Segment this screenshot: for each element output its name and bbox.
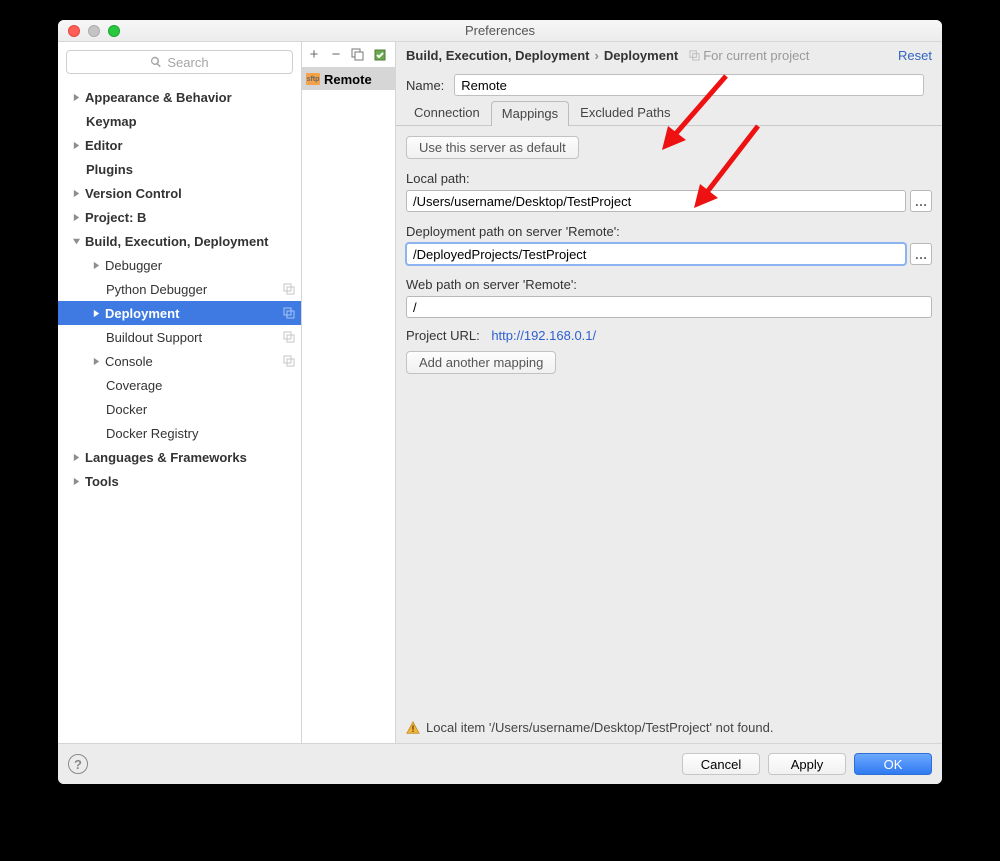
tree-python-debugger[interactable]: Python Debugger [58,277,301,301]
mappings-form: Use this server as default Local path: …… [396,126,942,743]
add-another-mapping-button[interactable]: Add another mapping [406,351,556,374]
tree-console[interactable]: Console [58,349,301,373]
tree-tools[interactable]: Tools [58,469,301,493]
project-scope-icon [283,307,295,319]
server-list-toolbar: + − [302,42,395,68]
tree-editor[interactable]: Editor [58,133,301,157]
tree-build[interactable]: Build, Execution, Deployment [58,229,301,253]
tab-mappings[interactable]: Mappings [491,101,569,126]
local-path-input[interactable] [406,190,906,212]
deployment-panel: Build, Execution, Deployment › Deploymen… [396,42,942,743]
tree-coverage[interactable]: Coverage [58,373,301,397]
tree-buildout[interactable]: Buildout Support [58,325,301,349]
reset-link[interactable]: Reset [898,48,932,63]
warning-icon [406,721,420,735]
deploy-path-input[interactable] [406,243,906,265]
deployment-tabs: Connection Mappings Excluded Paths [396,100,942,126]
name-label: Name: [406,78,444,93]
tree-languages[interactable]: Languages & Frameworks [58,445,301,469]
project-url-link[interactable]: http://192.168.0.1/ [491,328,596,343]
search-icon [150,56,162,68]
web-path-input[interactable] [406,296,932,318]
project-scope-icon [689,50,700,61]
search-input[interactable]: Search [66,50,293,74]
tree-plugins[interactable]: Plugins [58,157,301,181]
preferences-tree: Appearance & Behavior Keymap Editor Plug… [58,82,301,743]
breadcrumb-sep: › [594,48,598,63]
browse-deploy-path-button[interactable]: … [910,243,932,265]
titlebar: Preferences [58,20,942,42]
search-placeholder: Search [167,55,208,70]
tree-deployment[interactable]: Deployment [58,301,301,325]
deploy-path-label: Deployment path on server 'Remote': [406,224,932,239]
dialog-footer: ? Cancel Apply OK [58,744,942,784]
server-item-label: Remote [324,72,372,87]
tree-debugger[interactable]: Debugger [58,253,301,277]
scope-badge: For current project [689,48,809,63]
sftp-icon: sftp [306,73,320,85]
tree-project[interactable]: Project: B [58,205,301,229]
server-list-item-remote[interactable]: sftp Remote [302,68,395,90]
tree-docker[interactable]: Docker [58,397,301,421]
server-list-panel: + − sftp Remote [302,42,396,743]
tab-connection[interactable]: Connection [403,100,491,125]
deployment-name-input[interactable] [454,74,924,96]
local-path-label: Local path: [406,171,932,186]
breadcrumb-a: Build, Execution, Deployment [406,48,589,63]
project-url-label: Project URL: [406,328,480,343]
project-scope-icon [283,283,295,295]
web-path-label: Web path on server 'Remote': [406,277,932,292]
browse-local-path-button[interactable]: … [910,190,932,212]
remove-server-button[interactable]: − [328,47,344,63]
help-button[interactable]: ? [68,754,88,774]
warning-message: Local item '/Users/username/Desktop/Test… [406,720,773,735]
cancel-button[interactable]: Cancel [682,753,760,775]
tree-appearance[interactable]: Appearance & Behavior [58,85,301,109]
tree-version-control[interactable]: Version Control [58,181,301,205]
copy-server-button[interactable] [350,47,366,63]
add-server-button[interactable]: + [306,47,322,63]
tab-excluded-paths[interactable]: Excluded Paths [569,100,681,125]
breadcrumb-b: Deployment [604,48,678,63]
use-as-default-icon[interactable] [372,47,388,63]
ok-button[interactable]: OK [854,753,932,775]
project-scope-icon [283,331,295,343]
use-as-default-button[interactable]: Use this server as default [406,136,579,159]
sidebar: Search Appearance & Behavior Keymap Edit… [58,42,302,743]
tree-docker-registry[interactable]: Docker Registry [58,421,301,445]
apply-button[interactable]: Apply [768,753,846,775]
project-scope-icon [283,355,295,367]
tree-keymap[interactable]: Keymap [58,109,301,133]
breadcrumb: Build, Execution, Deployment › Deploymen… [396,42,942,68]
window-title: Preferences [58,23,942,38]
